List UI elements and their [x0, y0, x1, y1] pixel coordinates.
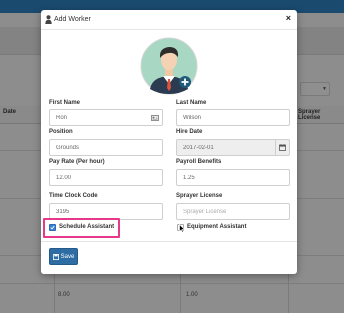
background-cell: 1.00	[186, 292, 198, 298]
sprayer-license-input[interactable]	[176, 203, 290, 220]
user-icon	[45, 15, 52, 24]
background-header-sprayer-license: Sprayer License	[298, 109, 321, 121]
save-button-label: Save	[60, 253, 75, 260]
background-cell: 8.00	[58, 292, 70, 298]
last-name-input[interactable]	[176, 109, 290, 126]
avatar[interactable]	[140, 37, 198, 95]
background-dropdown-caret-icon: ▼	[322, 86, 327, 92]
time-clock-code-label: Time Clock Code	[49, 193, 98, 199]
pay-rate-input[interactable]	[49, 169, 163, 186]
modal-title: Add Worker	[54, 16, 91, 23]
first-name-label: First Name	[49, 100, 81, 106]
last-name-label: Last Name	[176, 100, 207, 106]
equipment-assistant-label[interactable]: Equipment Assistant	[187, 224, 246, 230]
hire-date-input[interactable]	[176, 139, 290, 156]
position-input[interactable]	[49, 139, 163, 156]
calendar-icon[interactable]	[275, 139, 289, 156]
avatar-add-icon[interactable]	[179, 76, 191, 88]
payroll-benefits-label: Payroll Benefits	[176, 159, 222, 165]
schedule-assistant-checkbox[interactable]	[49, 224, 56, 231]
contact-card-icon	[148, 109, 162, 126]
modal-header: Add Worker ×	[41, 10, 297, 30]
save-button[interactable]: Save	[49, 248, 78, 265]
pay-rate-label: Pay Rate (Per hour)	[49, 159, 105, 165]
close-icon[interactable]: ×	[286, 14, 291, 23]
background-table-row	[0, 283, 344, 284]
first-name-input[interactable]	[49, 109, 163, 126]
cursor-icon	[179, 224, 185, 233]
add-worker-modal: Add Worker × First Name Position Pay Rat…	[41, 10, 297, 274]
schedule-assistant-label[interactable]: Schedule Assistant	[59, 224, 114, 230]
hire-date-label: Hire Date	[176, 129, 203, 135]
position-label: Position	[49, 129, 73, 135]
background-header-date: Date	[3, 109, 17, 115]
save-icon	[52, 253, 59, 260]
sprayer-license-label: Sprayer License	[176, 193, 223, 199]
payroll-benefits-input[interactable]	[176, 169, 290, 186]
modal-footer-divider	[41, 241, 297, 242]
